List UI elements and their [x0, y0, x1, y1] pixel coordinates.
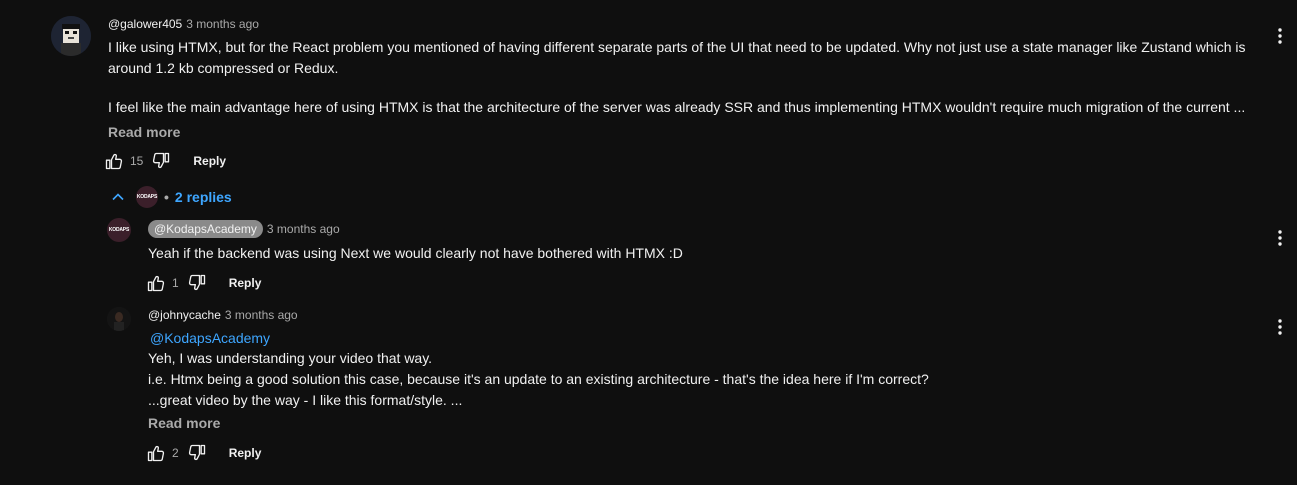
read-more-button[interactable]: Read more	[108, 124, 180, 140]
replies-count-label: 2 replies	[174, 189, 232, 205]
like-count: 2	[172, 446, 179, 460]
reply-text-line: i.e. Htmx being a good solution this cas…	[148, 371, 929, 387]
author-handle[interactable]: @johnycache	[148, 308, 221, 322]
reply-button[interactable]: Reply	[229, 446, 262, 460]
reply-actions: 1 Reply	[146, 273, 261, 293]
reply-text-line: ...great video by the way - I like this …	[148, 392, 463, 408]
more-options-button[interactable]	[1268, 315, 1292, 339]
more-vert-icon	[1278, 230, 1282, 246]
separator-dot: •	[164, 189, 169, 205]
avatar-image	[107, 307, 131, 331]
avatar-text: KODAPS	[108, 226, 130, 233]
like-icon[interactable]	[146, 273, 166, 293]
more-options-button[interactable]	[1268, 226, 1292, 250]
reply-text: Yeah if the backend was using Next we wo…	[148, 245, 683, 261]
reply-meta: @johnycache 3 months ago	[148, 308, 298, 322]
comment-text-line: I like using HTMX, but for the React pro…	[108, 39, 1246, 55]
mention-link[interactable]: @KodapsAcademy	[150, 328, 270, 349]
more-vert-icon	[1278, 28, 1282, 44]
reply-button[interactable]: Reply	[193, 154, 226, 168]
author-handle[interactable]: @galower405	[108, 17, 182, 31]
timestamp[interactable]: 3 months ago	[267, 222, 340, 236]
author-handle[interactable]: @KodapsAcademy	[148, 220, 263, 238]
avatar[interactable]: KODAPS	[107, 218, 131, 242]
comment-text-line: I feel like the main advantage here of u…	[108, 99, 1246, 115]
like-icon[interactable]	[146, 443, 166, 463]
timestamp[interactable]: 3 months ago	[225, 308, 298, 322]
more-options-button[interactable]	[1268, 24, 1292, 48]
reply-actions: 2 Reply	[146, 443, 261, 463]
like-count: 15	[130, 154, 144, 168]
comment-meta: @galower405 3 months ago	[108, 17, 259, 31]
timestamp[interactable]: 3 months ago	[186, 17, 259, 31]
reply-meta: @KodapsAcademy 3 months ago	[148, 220, 340, 238]
creator-avatar: KODAPS	[136, 186, 158, 208]
chevron-up-icon	[112, 193, 124, 201]
dislike-icon[interactable]	[151, 151, 171, 171]
avatar[interactable]	[107, 307, 131, 331]
comment-text-line: around 1.2 kb compressed or Redux.	[108, 60, 339, 76]
dislike-icon[interactable]	[187, 273, 207, 293]
comment-actions: 15 Reply	[104, 151, 226, 171]
dislike-icon[interactable]	[187, 443, 207, 463]
reply-text-line: Yeh, I was understanding your video that…	[148, 350, 433, 366]
like-icon[interactable]	[104, 151, 124, 171]
avatar[interactable]	[51, 16, 91, 56]
more-vert-icon	[1278, 319, 1282, 335]
replies-toggle[interactable]: KODAPS • 2 replies	[110, 186, 232, 208]
reply-button[interactable]: Reply	[229, 276, 262, 290]
like-count: 1	[172, 276, 179, 290]
read-more-button[interactable]: Read more	[148, 415, 220, 431]
avatar-image	[51, 16, 91, 56]
creator-avatar-text: KODAPS	[136, 193, 158, 200]
